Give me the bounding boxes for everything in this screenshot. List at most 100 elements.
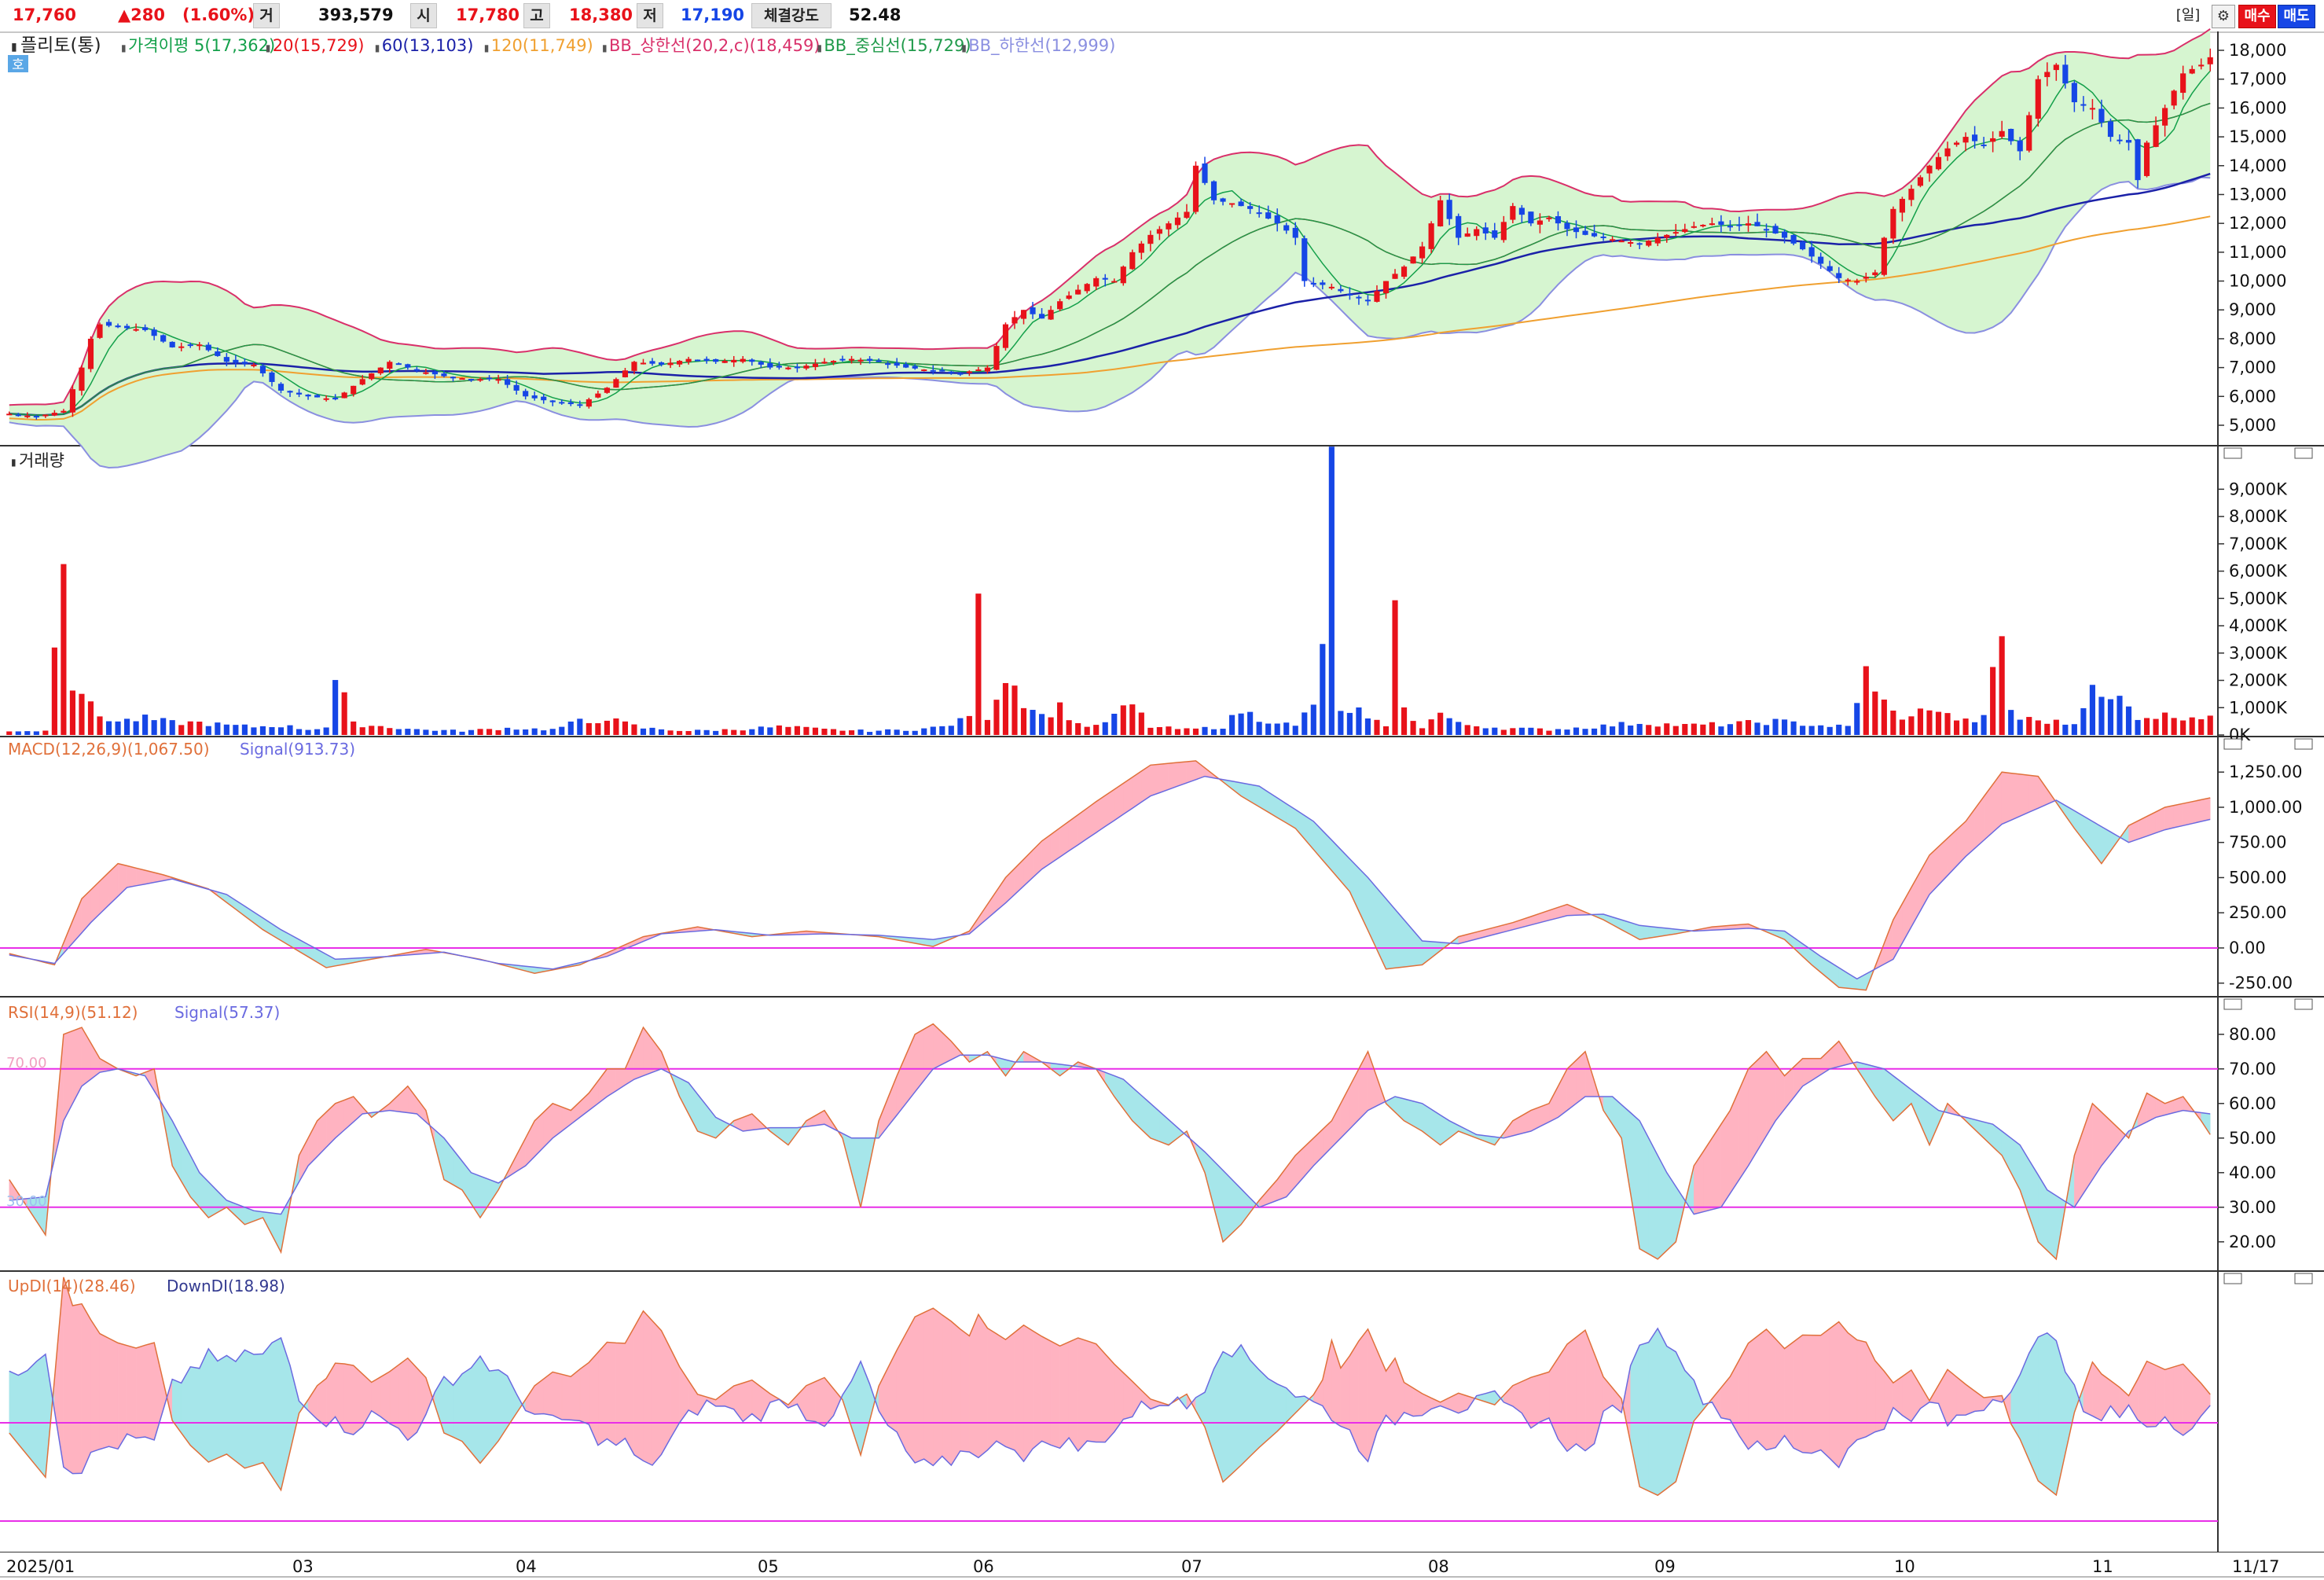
dmi-fill: [145, 1342, 155, 1441]
candle-body: [1456, 215, 1462, 238]
rsi-fill: [1159, 1111, 1169, 1145]
candle-body: [1084, 284, 1090, 292]
volume-bar: [1908, 716, 1915, 735]
candle-body: [69, 389, 76, 413]
candle-body: [1754, 222, 1760, 226]
volume-bar: [631, 724, 637, 735]
candle-body: [776, 366, 782, 368]
volume-bar: [51, 647, 57, 735]
candle-body: [459, 378, 465, 380]
candle-body: [631, 362, 637, 371]
volume-bar: [1247, 711, 1254, 735]
candle-body: [1836, 273, 1842, 278]
candle-body: [33, 416, 39, 418]
legend-marker: ▮: [961, 42, 967, 53]
volume-bar: [277, 727, 285, 735]
rsi-fill: [1522, 1110, 1532, 1134]
candle-body: [1038, 314, 1045, 319]
volume-bar: [912, 730, 918, 735]
volume-bar: [857, 729, 864, 735]
candle-body: [1926, 165, 1933, 174]
candle-body: [1265, 212, 1272, 219]
volume-bar: [721, 729, 728, 735]
candle-body: [341, 392, 347, 399]
dmi-fill: [1848, 1332, 1858, 1450]
dmi-fill: [108, 1338, 119, 1450]
stock-chart[interactable]: 18,000 17,000 16,000 15,000 14,000 13,000 12,0…: [0, 0, 2324, 1580]
candle-body: [24, 415, 31, 417]
legend-marker: ▮: [484, 42, 490, 53]
candle-body: [948, 371, 954, 373]
candle-body: [740, 358, 746, 362]
candle-body: [251, 364, 257, 366]
dmi-fill: [244, 1349, 255, 1469]
volume-bar: [2153, 718, 2159, 735]
candle-body: [314, 395, 321, 398]
dmi-fill: [127, 1345, 137, 1439]
candle-body: [1428, 223, 1434, 249]
candle-body: [1573, 227, 1580, 233]
updi-legend: UpDI(14)(28.46): [8, 1277, 136, 1295]
candle-body: [549, 400, 556, 402]
macd-tick-label: 250.00: [2229, 903, 2286, 922]
volume-bar: [251, 727, 257, 735]
candle-body: [178, 346, 185, 348]
volume-bar: [1818, 725, 1824, 735]
volume-bar: [1854, 703, 1860, 735]
price-tick-label: 17,000: [2229, 70, 2286, 89]
candle-body: [721, 361, 728, 363]
candle-body: [1346, 293, 1353, 296]
candle-body: [1464, 233, 1470, 237]
candle-body: [1917, 177, 1924, 186]
macd-fill: [90, 880, 101, 924]
dmi-fill: [1222, 1351, 1232, 1483]
volume-bar: [332, 680, 339, 735]
candle-body: [857, 359, 864, 362]
candle-body: [677, 361, 683, 365]
legend-item: 120(11,749): [491, 36, 593, 55]
macd-tick-label: 1,250.00: [2229, 762, 2303, 781]
candle-body: [1075, 289, 1081, 295]
volume-bar: [595, 723, 601, 735]
candle-body: [1763, 229, 1770, 231]
candle-body: [61, 410, 67, 413]
candle-body: [1374, 291, 1380, 302]
volume-bar: [758, 726, 764, 735]
dmi-fill: [615, 1343, 626, 1446]
dmi-fill: [471, 1355, 481, 1464]
candle-body: [939, 369, 945, 372]
candle-body: [296, 392, 303, 395]
rsi-fill: [1748, 1060, 1758, 1167]
rsi-fill: [589, 1080, 599, 1112]
volume-bar: [749, 729, 755, 735]
candle-body: [2053, 64, 2059, 71]
candle-body: [486, 377, 493, 380]
candle-body: [351, 385, 357, 395]
dmi-fill: [2146, 1361, 2157, 1428]
macd-fill: [1983, 784, 1993, 841]
candle-body: [1564, 222, 1570, 230]
volume-bar: [604, 720, 610, 735]
volume-bar: [486, 729, 493, 735]
rsi-fill: [1222, 1170, 1232, 1243]
candle-body: [1066, 295, 1072, 299]
candle-body: [1827, 266, 1833, 271]
dmi-fill: [1766, 1328, 1776, 1450]
dmi-fill: [135, 1344, 145, 1439]
candle-body: [1210, 181, 1217, 200]
rsi-tick-label: 20.00: [2229, 1233, 2276, 1251]
volume-bar: [133, 721, 139, 735]
volume-bar: [567, 721, 574, 735]
dmi-fill: [2065, 1371, 2075, 1454]
macd-legend: MACD(12,26,9)(1,067.50): [8, 740, 210, 759]
volume-bar: [1564, 729, 1570, 735]
panel-resize-icon: [2223, 738, 2242, 750]
macd-fill: [81, 889, 91, 934]
volume-bar: [1872, 691, 1878, 735]
volume-bar: [903, 730, 909, 735]
candle-body: [1610, 239, 1616, 241]
dmi-fill: [625, 1326, 635, 1455]
volume-bar: [269, 727, 275, 735]
volume-bar: [1926, 710, 1933, 735]
candle-body: [713, 358, 719, 362]
